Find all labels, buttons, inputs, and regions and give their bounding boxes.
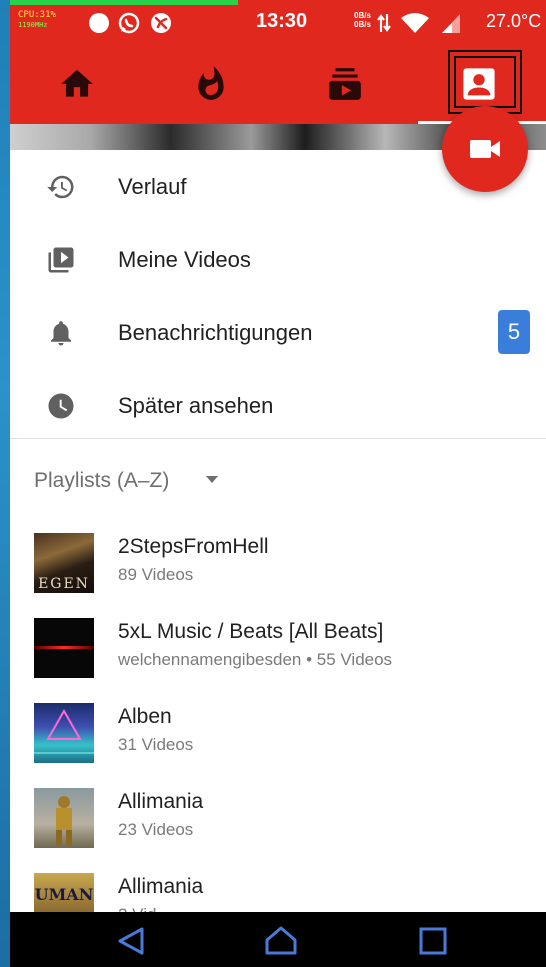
- cpu-label: CPU:31%: [18, 10, 56, 20]
- subscriptions-icon: [329, 68, 361, 100]
- menu-label-watch-later: Später ansehen: [118, 393, 274, 418]
- recents-icon[interactable]: [416, 926, 450, 956]
- thumbnail-text: EGEN: [38, 576, 90, 592]
- playlist-item[interactable]: EGEN 2StepsFromHell 89 Videos: [10, 533, 546, 618]
- menu-item-watch-later[interactable]: Später ansehen: [10, 369, 546, 441]
- phone-screen: CPU:31% 1190MHz 13:30 0B/s 0B/s 27.0°C V…: [10, 0, 546, 967]
- playlist-thumbnail: [34, 703, 94, 763]
- menu-label-notifications: Benachrichtigungen: [118, 320, 313, 345]
- menu-item-notifications[interactable]: Benachrichtigungen 5: [10, 296, 546, 368]
- bell-icon: [51, 321, 71, 346]
- playlists-sort-header[interactable]: Playlists (A–Z): [34, 469, 169, 493]
- cpu-usage-bar: [10, 0, 238, 5]
- playlist-title: Allimania: [118, 875, 204, 898]
- circle-notification-icon: [89, 13, 109, 33]
- trending-flame-icon: [198, 66, 224, 100]
- playlist-title: Alben: [118, 705, 172, 728]
- menu-item-history[interactable]: Verlauf: [10, 150, 546, 222]
- playlist-subtitle: welchennamengibesden • 55 Videos: [118, 650, 393, 669]
- home-nav-icon[interactable]: [264, 926, 298, 956]
- playlist-thumbnail: [34, 618, 94, 678]
- playlist-item[interactable]: Alben 31 Videos: [10, 703, 546, 788]
- playlist-title: Allimania: [118, 790, 204, 813]
- playlist-title: 5xL Music / Beats [All Beats]: [118, 620, 384, 643]
- watch-later-icon: [48, 393, 74, 419]
- home-icon: [61, 69, 93, 97]
- thumbnail-text: UMAN: [34, 885, 94, 904]
- my-videos-icon: [48, 247, 74, 273]
- tab-trending[interactable]: [144, 44, 278, 124]
- status-time: 13:30: [256, 10, 308, 32]
- playlist-item[interactable]: 5xL Music / Beats [All Beats] welchennam…: [10, 618, 546, 703]
- net-up-speed: 0B/s: [354, 11, 371, 20]
- data-arrows-icon: [377, 14, 391, 32]
- chevron-down-icon[interactable]: [206, 476, 218, 483]
- history-icon: [47, 175, 74, 199]
- menu-label-history: Verlauf: [118, 174, 187, 199]
- active-tab-highlight: [448, 50, 522, 114]
- cpu-frequency: 1190MHz: [18, 21, 48, 29]
- wifi-icon: [401, 13, 429, 33]
- temperature: 27.0°C: [486, 11, 542, 31]
- playlist-thumbnail: [34, 788, 94, 848]
- system-nav-bar: [10, 912, 546, 967]
- whatsapp-icon: [118, 12, 140, 34]
- playlist-title: 2StepsFromHell: [118, 535, 269, 558]
- menu-label-my-videos: Meine Videos: [118, 247, 251, 272]
- menu-item-my-videos[interactable]: Meine Videos: [10, 223, 546, 295]
- network-speed: 0B/s 0B/s: [354, 11, 371, 29]
- signal-icon: [442, 14, 460, 33]
- section-divider: [10, 438, 546, 439]
- tab-subscriptions[interactable]: [278, 44, 412, 124]
- notification-count-badge: 5: [498, 310, 530, 354]
- blocked-icon: [151, 13, 171, 33]
- playlist-subtitle: 23 Videos: [118, 820, 194, 839]
- playlist-item[interactable]: Allimania 23 Videos: [10, 788, 546, 873]
- playlist-subtitle: 89 Videos: [118, 565, 194, 584]
- back-icon[interactable]: [114, 926, 148, 956]
- net-down-speed: 0B/s: [354, 20, 371, 29]
- tab-home[interactable]: [10, 44, 144, 124]
- status-bar: CPU:31% 1190MHz 13:30 0B/s 0B/s 27.0°C: [10, 0, 546, 44]
- playlist-subtitle: 31 Videos: [118, 735, 194, 754]
- playlist-thumbnail: EGEN: [34, 533, 94, 593]
